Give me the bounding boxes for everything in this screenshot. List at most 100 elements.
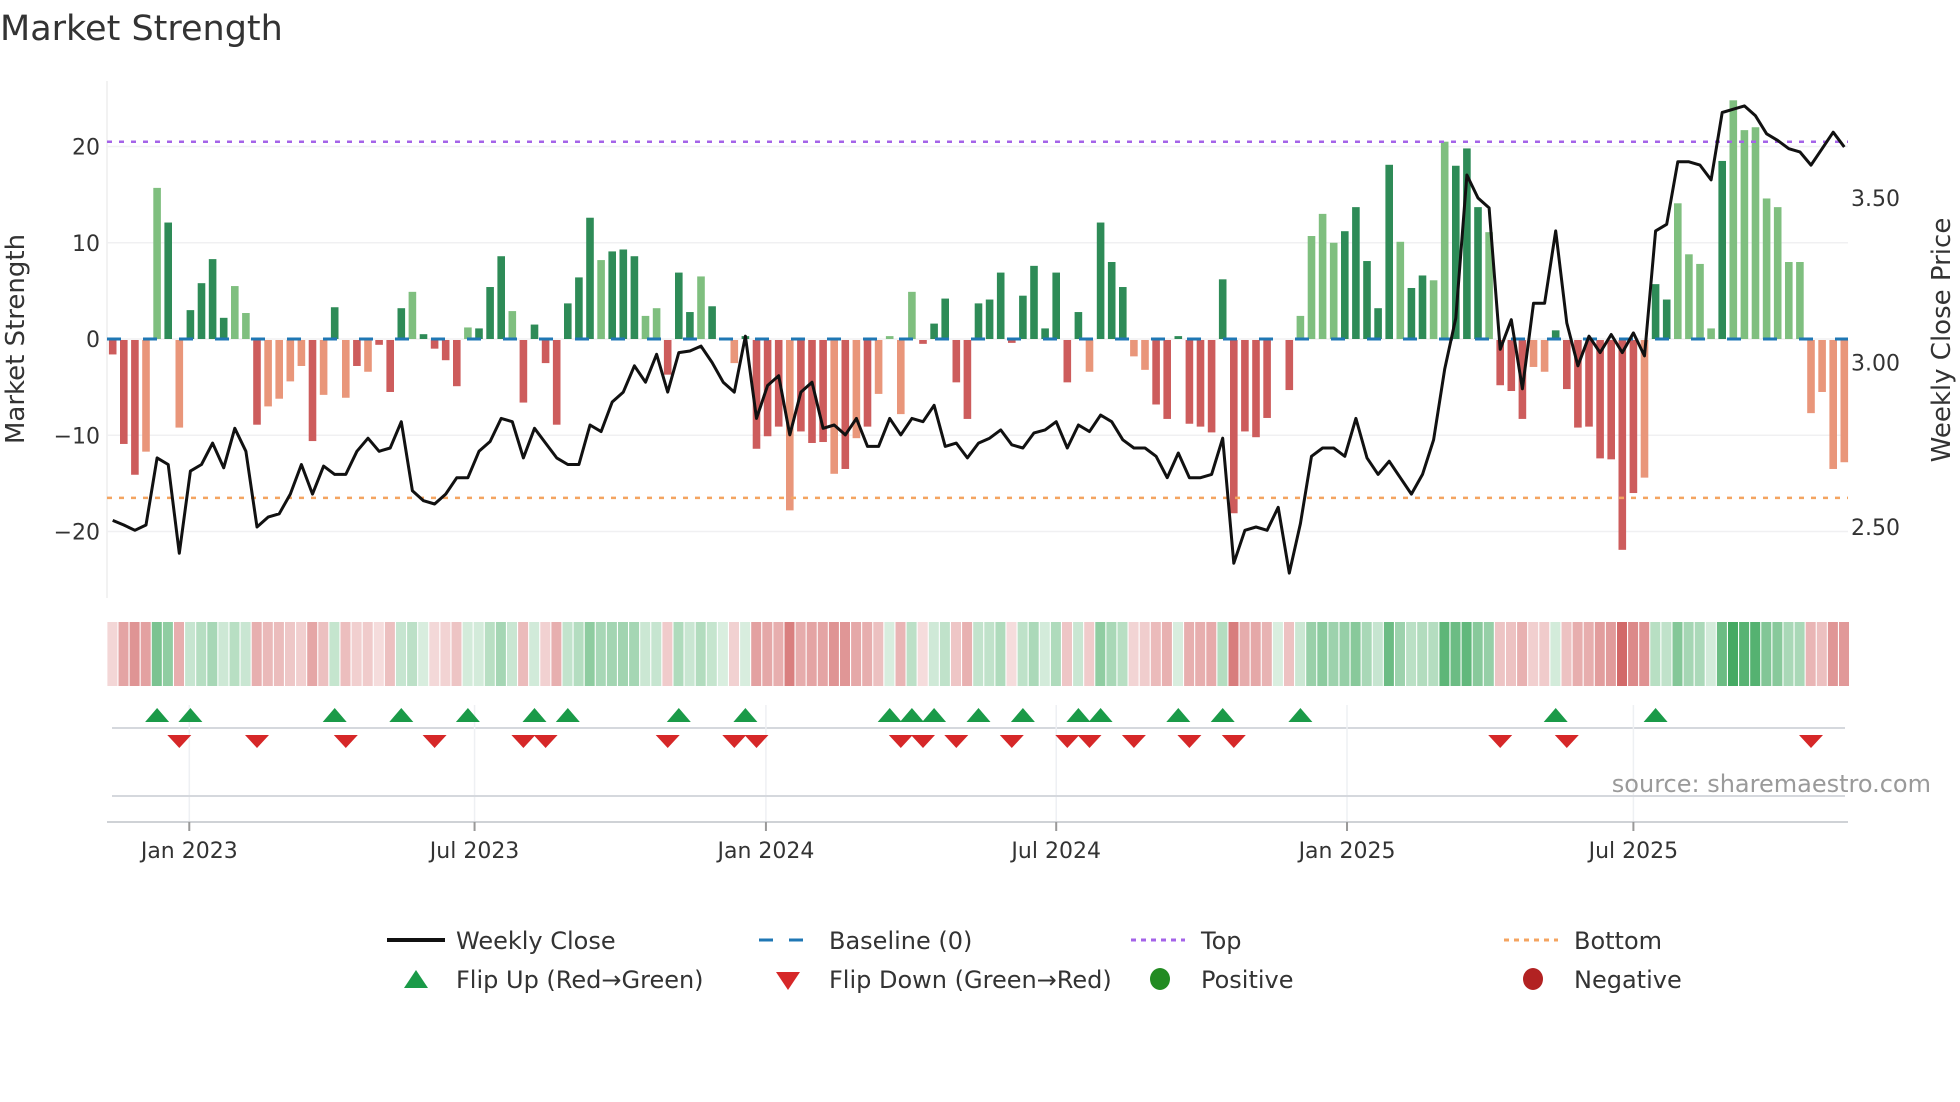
strip-cell <box>640 622 651 686</box>
strip-cell <box>1195 622 1206 686</box>
strength-bar <box>1507 340 1516 392</box>
strip-cell <box>162 622 173 686</box>
y-tick-label: 20 <box>72 136 100 161</box>
strength-bar <box>1119 287 1127 339</box>
strip-cell <box>717 622 728 686</box>
strip-cell <box>573 622 584 686</box>
strength-bar <box>1707 328 1715 339</box>
strip-cell <box>1483 622 1494 686</box>
strip-cell <box>1139 622 1150 686</box>
strength-bar <box>897 340 905 415</box>
strength-bar <box>497 256 505 339</box>
strip-cell <box>207 622 218 686</box>
strip-cell <box>1672 622 1683 686</box>
strip-cell <box>606 622 617 686</box>
strip-cell <box>1517 622 1528 686</box>
strip-cell <box>340 622 351 686</box>
strength-bar <box>1374 308 1382 339</box>
strength-bar <box>120 340 128 444</box>
strength-bar <box>1230 340 1238 514</box>
strength-bar <box>397 308 406 339</box>
flip-up-marker <box>555 708 580 722</box>
strength-bar <box>841 340 850 469</box>
strength-bar <box>1218 279 1227 339</box>
strip-cell <box>784 622 795 686</box>
strength-bar <box>1019 295 1027 339</box>
strength-bar <box>342 340 350 398</box>
strength-bar <box>1385 164 1393 339</box>
strip-cell <box>1805 622 1816 686</box>
strip-cell <box>1472 622 1483 686</box>
strength-bar <box>1174 336 1183 339</box>
strength-bar <box>1607 340 1615 460</box>
flip-up-marker <box>522 708 547 722</box>
strip-cell <box>1628 622 1639 686</box>
strip-cell <box>1295 622 1306 686</box>
strip-cell <box>529 622 540 686</box>
strength-bar <box>242 313 250 339</box>
strip-cell <box>174 622 184 686</box>
strip-cell <box>1173 622 1183 686</box>
strength-heat-strip <box>107 622 1849 686</box>
legend-item-positive: Positive <box>1150 966 1294 994</box>
strip-cell <box>518 622 529 686</box>
y-axis-right: 3.50 3.00 2.50 <box>1851 187 1900 541</box>
strip-cell <box>1694 622 1705 686</box>
strength-bar <box>108 340 117 355</box>
strip-cell <box>407 622 418 686</box>
x-tick-label: Jul 2023 <box>428 839 520 864</box>
strip-cell <box>1705 622 1716 686</box>
legend-item-bottom: Bottom <box>1504 927 1662 955</box>
strip-cell <box>906 622 917 686</box>
strength-bar <box>630 256 639 339</box>
strip-cell <box>507 622 517 686</box>
strength-bar <box>930 323 938 339</box>
strip-cell <box>928 622 939 686</box>
legend-label: Bottom <box>1574 927 1662 955</box>
strip-cell <box>1272 622 1283 686</box>
flip-markers <box>112 705 1845 822</box>
strip-cell <box>418 622 429 686</box>
strength-bar <box>1829 340 1837 469</box>
strip-cell <box>1161 622 1172 686</box>
strength-bars <box>108 100 1849 550</box>
strength-bar <box>364 340 372 372</box>
strip-cell <box>562 622 573 686</box>
y-axis-label: Market Strength <box>1 234 31 444</box>
y2-tick-label: 3.50 <box>1851 187 1900 212</box>
strip-cell <box>329 622 340 686</box>
flip-down-marker <box>655 735 680 748</box>
strength-bar <box>430 340 439 349</box>
strength-bar <box>1041 328 1049 339</box>
strip-cell <box>1406 622 1417 686</box>
strip-cell <box>1261 622 1272 686</box>
strip-cell <box>773 622 784 686</box>
strip-cell <box>1494 622 1505 686</box>
strip-cell <box>1783 622 1794 686</box>
strip-cell <box>107 622 118 686</box>
strength-bar <box>652 308 661 339</box>
strength-bar <box>730 340 739 364</box>
strip-cell <box>1217 622 1228 686</box>
strength-bar <box>275 340 283 399</box>
strength-bar <box>1529 340 1538 367</box>
strength-bar <box>963 340 972 419</box>
strength-bar <box>1396 241 1405 339</box>
strip-cell <box>1428 622 1439 686</box>
strength-bar <box>219 317 228 339</box>
strength-bar <box>830 340 838 474</box>
strength-bar <box>575 277 583 339</box>
strip-cell <box>484 622 495 686</box>
strength-bar <box>1296 315 1305 339</box>
strip-cell <box>806 622 817 686</box>
strip-cell <box>1239 622 1250 686</box>
strip-cell <box>440 622 451 686</box>
legend-label: Positive <box>1201 966 1294 994</box>
flip-down-marker <box>422 735 447 748</box>
strip-cell <box>1539 622 1550 686</box>
strip-cell <box>1683 622 1694 686</box>
strip-cell <box>118 622 129 686</box>
strip-cell <box>1028 622 1039 686</box>
strength-bar <box>552 340 561 425</box>
flip-up-marker <box>322 708 347 722</box>
